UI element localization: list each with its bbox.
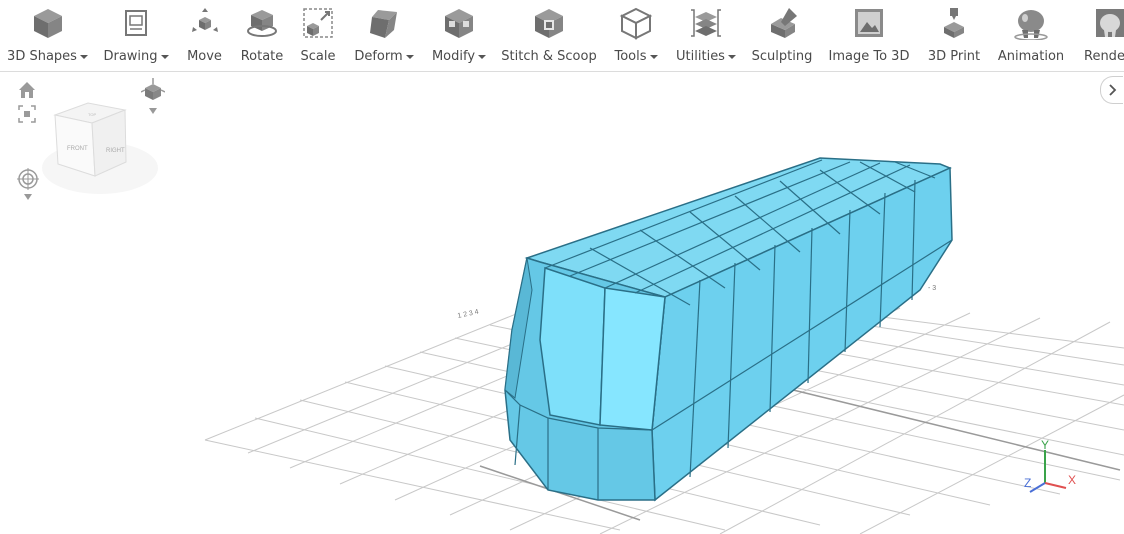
tool-drawing[interactable]: Drawing: [96, 0, 176, 71]
tool-label: Rende: [1084, 49, 1124, 64]
animation-icon: [1014, 10, 1048, 40]
fit-view-icon[interactable]: [17, 104, 37, 124]
mesh-model[interactable]: [504, 157, 953, 502]
tool-label: Tools: [614, 49, 647, 64]
scene-canvas[interactable]: 1 2 3 4 - 3 Y X Z FRONT RIGHT TOP: [0, 72, 1124, 534]
scale-icon: [303, 8, 333, 38]
move-icon: [191, 8, 218, 32]
tool-label: Animation: [997, 49, 1065, 64]
3d-print-icon: [944, 8, 964, 38]
tool-stitch-scoop[interactable]: Stitch & Scoop: [500, 0, 598, 71]
modify-icon: [445, 9, 473, 38]
3d-viewport[interactable]: 1 2 3 4 - 3 Y X Z FRONT RIGHT TOP: [0, 72, 1124, 534]
dropdown-caret-icon: [478, 54, 487, 59]
tool-label: Drawing: [103, 49, 158, 64]
tool-label: Stitch & Scoop: [501, 49, 597, 64]
tool-3d-print[interactable]: 3D Print: [924, 0, 984, 71]
tool-sculpting[interactable]: Sculpting: [750, 0, 814, 71]
tool-move[interactable]: Move: [177, 0, 232, 71]
tool-modify[interactable]: Modify: [426, 0, 492, 71]
dropdown-caret-icon: [649, 54, 658, 59]
tool-label: Image To 3D: [828, 49, 910, 64]
drawing-icon: [125, 10, 147, 36]
tool-label: Utilities: [676, 49, 725, 64]
tool-label: Modify: [431, 49, 476, 64]
tool-deform[interactable]: Deform: [350, 0, 418, 71]
dropdown-caret-icon: [160, 54, 169, 59]
y-axis-label: Y: [1041, 438, 1049, 452]
tool-utilities[interactable]: Utilities: [672, 0, 740, 71]
dropdown-caret-icon: [727, 54, 736, 59]
viewcube-top-label: TOP: [88, 112, 96, 117]
tool-scale[interactable]: Scale: [292, 0, 344, 71]
tool-label: Sculpting: [751, 49, 813, 64]
tool-label: Deform: [354, 49, 403, 64]
tool-tools[interactable]: Tools: [604, 0, 668, 71]
dropdown-caret-icon: [79, 54, 88, 59]
tool-label: Move: [187, 49, 222, 64]
panel-toggle-button[interactable]: [1100, 76, 1123, 104]
dropdown-caret-icon: [405, 54, 414, 59]
rotate-icon: [247, 10, 277, 37]
sculpting-icon: [771, 8, 797, 38]
svg-text:- 3: - 3: [928, 285, 936, 292]
tool-animation[interactable]: Animation: [994, 0, 1068, 71]
viewcube-front-label: FRONT: [67, 146, 88, 152]
tool-render[interactable]: Rende: [1080, 0, 1124, 71]
z-axis-label: Z: [1024, 476, 1031, 490]
view-mode-icon[interactable]: [141, 78, 165, 116]
svg-text:1 2 3 4: 1 2 3 4: [457, 309, 479, 320]
chevron-right-icon: [1109, 84, 1117, 96]
tools-icon: [619, 7, 653, 40]
main-toolbar: 3D Shapes Drawing Move Rotate Scale Defo…: [0, 0, 1124, 72]
tool-label: 3D Print: [927, 49, 981, 64]
utilities-icon: [691, 9, 721, 37]
view-cube[interactable]: FRONT RIGHT TOP: [42, 102, 158, 194]
tool-label: 3D Shapes: [7, 49, 77, 64]
image-to-3d-icon: [855, 9, 883, 37]
x-axis-label: X: [1068, 473, 1076, 487]
tool-rotate[interactable]: Rotate: [234, 0, 290, 71]
tool-label: Scale: [300, 49, 336, 64]
cube-icon: [33, 9, 62, 38]
viewcube-right-label: RIGHT: [106, 148, 125, 154]
render-icon: [1096, 9, 1124, 37]
deform-icon: [370, 10, 397, 38]
orbit-icon[interactable]: [17, 168, 39, 202]
tool-image-to-3d[interactable]: Image To 3D: [826, 0, 912, 71]
tool-label: Rotate: [240, 49, 284, 64]
stitch-scoop-icon: [535, 9, 563, 38]
home-icon[interactable]: [17, 80, 37, 100]
tool-3d-shapes[interactable]: 3D Shapes: [0, 0, 95, 71]
